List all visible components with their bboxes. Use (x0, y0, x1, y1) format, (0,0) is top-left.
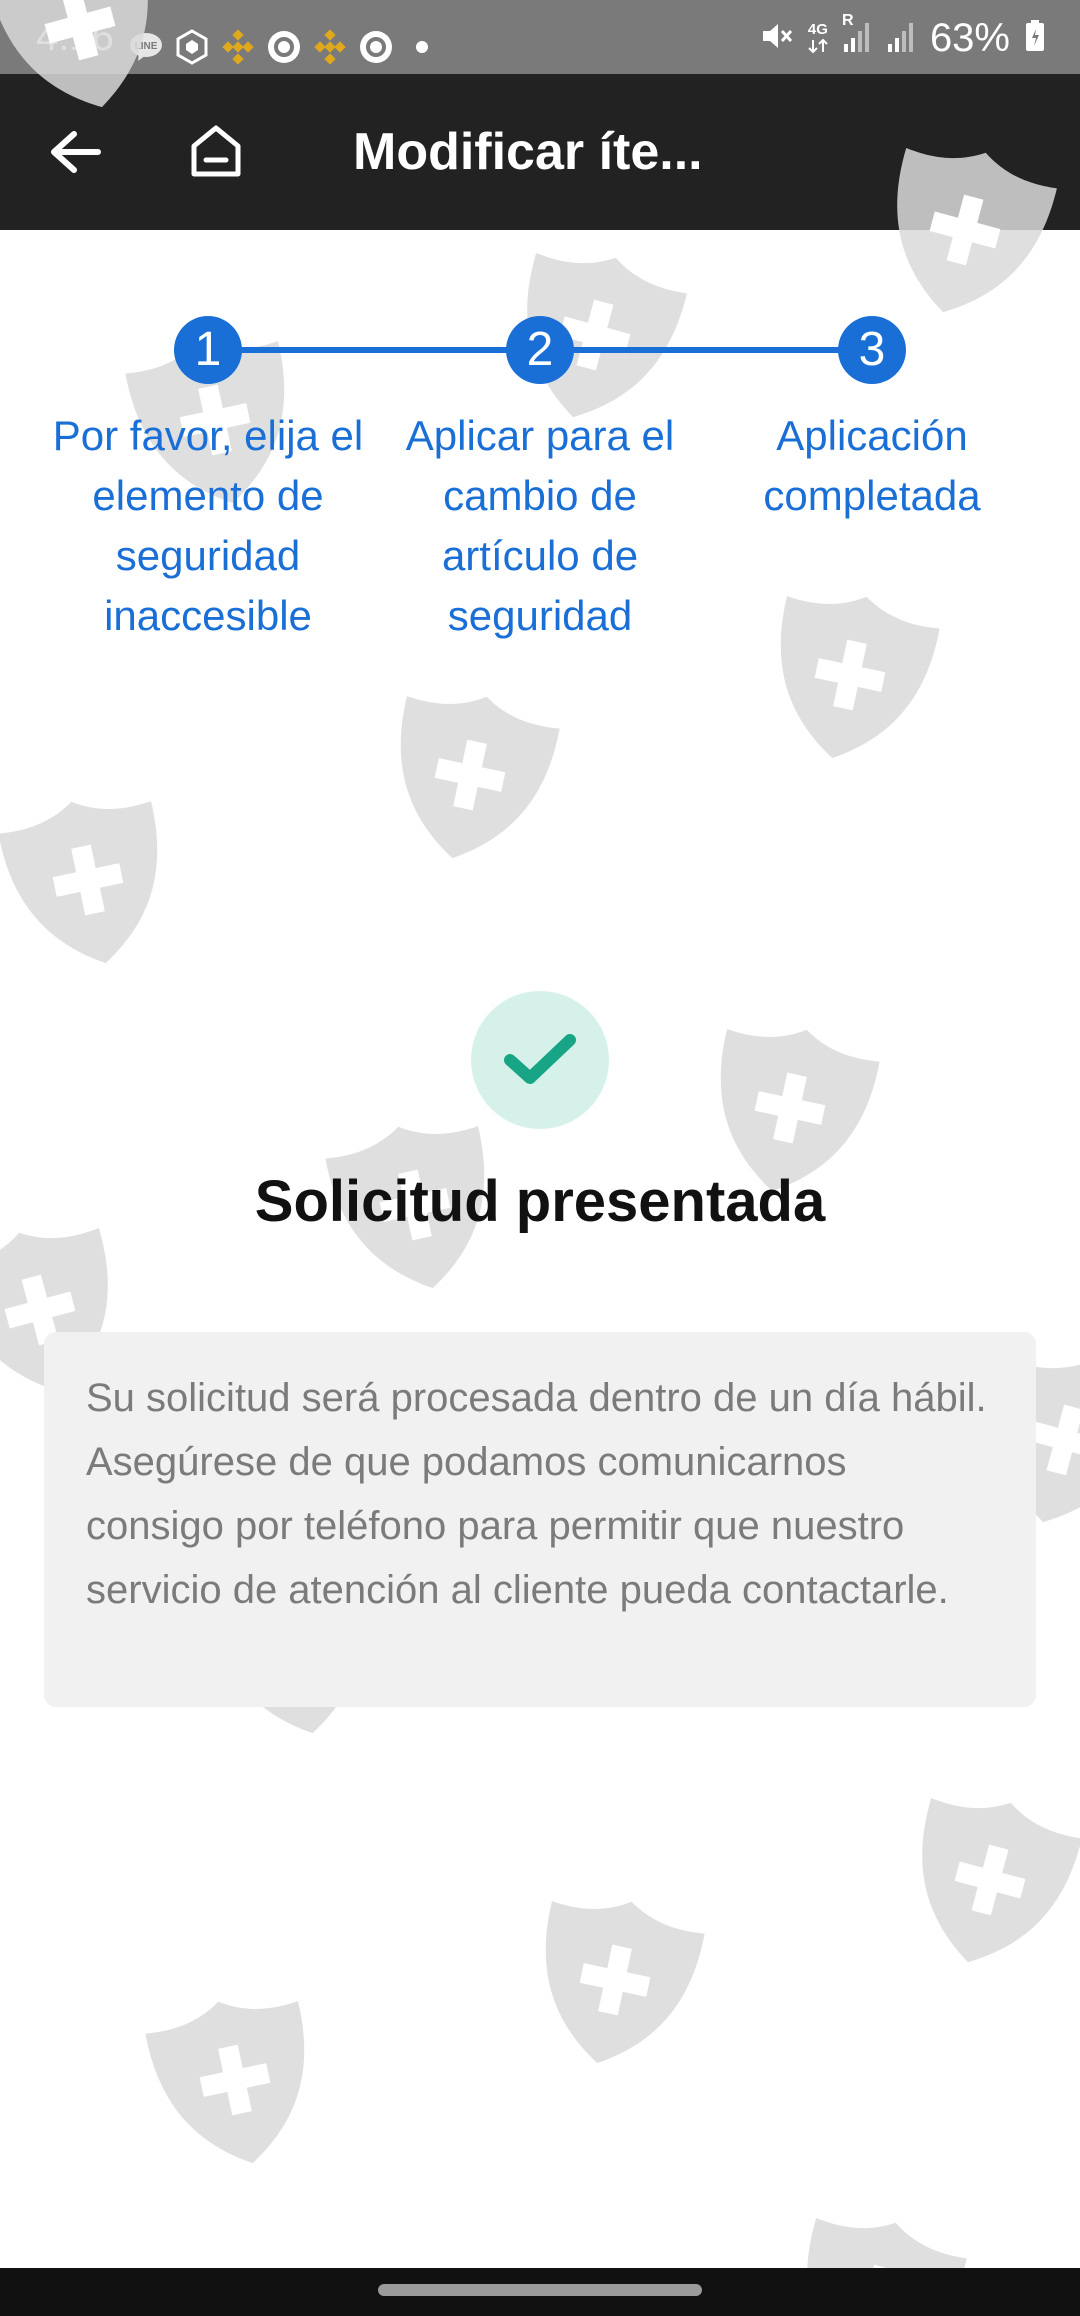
back-button[interactable] (40, 118, 108, 186)
mute-icon (760, 19, 794, 58)
app-toolbar: Modificar íte... (0, 74, 1080, 230)
result-title: Solicitud presentada (254, 1169, 826, 1234)
notification-icons: LINE (128, 27, 440, 67)
binance-icon (220, 29, 256, 65)
home-button[interactable] (180, 114, 252, 186)
step-2-indicator: 2 (506, 316, 574, 384)
svg-text:LINE: LINE (135, 41, 158, 52)
line-icon: LINE (128, 29, 164, 65)
signal-icon: R (842, 12, 872, 59)
shield-icon (892, 1782, 1080, 1983)
gesture-handle[interactable] (378, 2284, 702, 2296)
circle-app-icon (266, 29, 302, 65)
signal-icon (886, 18, 916, 59)
step-1-label: Por favor, elija el elemento de segurida… (52, 412, 364, 639)
step-1-indicator: 1 (174, 316, 242, 384)
shield-icon (755, 580, 944, 775)
circle-app-icon (358, 29, 394, 65)
success-badge (471, 991, 609, 1129)
battery-icon (1024, 19, 1046, 58)
step-2-label: Aplicar para el cambio de artículo de se… (405, 412, 675, 639)
arrow-left-icon (51, 131, 101, 173)
system-icons: 4G R 63% (760, 12, 1046, 62)
network-type: 4G (807, 21, 828, 38)
crypto-com-icon (174, 29, 210, 65)
shield-icon (0, 785, 183, 980)
status-time: 4:16 (36, 15, 114, 59)
battery-percent: 63% (929, 16, 1010, 60)
info-message: Su solicitud será procesada dentro de un… (86, 1376, 987, 1612)
roaming-indicator: R (841, 11, 854, 29)
step-3-label: Aplicación completada (763, 412, 981, 519)
step-3-indicator: 3 (838, 316, 906, 384)
shield-icon (375, 680, 564, 875)
home-icon (191, 125, 241, 177)
shield-icon (520, 1885, 709, 2080)
binance-icon (312, 29, 348, 65)
check-icon (504, 1034, 576, 1084)
status-bar: 4:16 LINE 4G R 63% (0, 0, 1080, 74)
dot-icon (404, 29, 440, 65)
shield-icon (141, 1985, 330, 2180)
system-nav-bar (0, 2268, 1080, 2316)
network-icon: 4G (808, 22, 828, 54)
page-title: Modificar íte... (353, 123, 703, 181)
info-message-box: Su solicitud será procesada dentro de un… (44, 1332, 1036, 1707)
